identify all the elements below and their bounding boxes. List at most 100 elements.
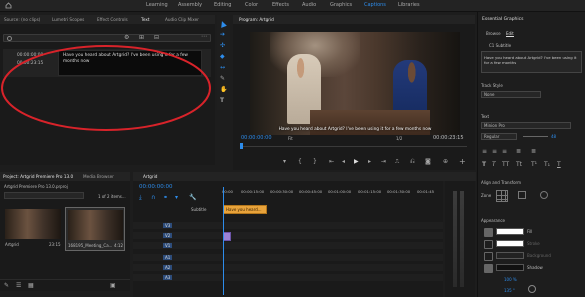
workspace-editing[interactable]: Editing (214, 2, 231, 8)
track-style-dropdown[interactable]: None (481, 91, 541, 98)
scale-icon[interactable] (540, 191, 548, 199)
track-a3[interactable] (133, 274, 443, 281)
tab-edit[interactable]: Edit (506, 31, 514, 37)
track-label-v1[interactable]: V1 (163, 243, 173, 248)
track-v3[interactable] (133, 222, 443, 229)
ruler[interactable]: 00:00 00:00:15:00 00:00:30:00 00:00:45:0… (221, 187, 443, 197)
small-caps-icon[interactable]: Tt (516, 162, 522, 168)
justify-last-icon[interactable]: ≣ (531, 149, 536, 155)
pen-tool-icon[interactable]: ✎ (220, 76, 225, 82)
text-preview-field[interactable]: Have you heard about Artgrid? I've been … (481, 51, 582, 73)
program-timecode[interactable]: 00:00:00:00 (241, 135, 272, 141)
project-search-input[interactable] (4, 192, 84, 199)
shadow-angle-value[interactable]: 135 ° (504, 288, 515, 293)
bold-icon[interactable]: T (482, 162, 486, 168)
track-label-a1[interactable]: A1 (163, 255, 173, 260)
workspace-effects[interactable]: Effects (272, 2, 289, 8)
pencil-icon[interactable]: ✎ (4, 283, 9, 289)
font-size-slider[interactable] (523, 136, 548, 137)
workspace-assembly[interactable]: Assembly (178, 2, 202, 8)
shadow-opacity-value[interactable]: 100 % (504, 277, 517, 282)
mark-in-icon[interactable]: { (298, 159, 302, 165)
snap-icon[interactable]: ∩ (151, 195, 155, 201)
tab-text[interactable]: Text (141, 17, 149, 22)
stroke-checkbox[interactable] (484, 240, 493, 249)
timeline-settings-icon[interactable]: 🔧 (189, 195, 196, 201)
add-button-icon[interactable]: + (459, 158, 466, 166)
slip-tool-icon[interactable]: ↔ (220, 65, 225, 71)
resolution-dropdown[interactable]: 1/2 (396, 136, 402, 141)
add-marker-icon[interactable]: ▾ (175, 195, 178, 201)
video-clip[interactable] (223, 232, 231, 241)
subscript-icon[interactable]: T₁ (544, 162, 550, 168)
razor-icon[interactable]: ◆ (220, 54, 225, 60)
stroke-swatch[interactable] (496, 240, 524, 247)
home-icon[interactable] (5, 2, 12, 9)
icon-view-icon[interactable]: ▦ (28, 283, 34, 289)
marker-icon[interactable]: ▾ (283, 159, 286, 165)
track-a1[interactable] (133, 254, 443, 261)
tab-timeline-artgrid[interactable]: Artgrid (143, 174, 157, 179)
tab-media-browser[interactable]: Media Browser (83, 174, 114, 179)
layer-name[interactable]: C1 Subtitle (489, 43, 511, 48)
insert-sequence-icon[interactable]: ⤓ (139, 195, 142, 201)
position-icon[interactable] (518, 191, 526, 199)
shadow-swatch[interactable] (496, 264, 524, 271)
track-label-a2[interactable]: A2 (163, 265, 173, 270)
extract-icon[interactable]: ⎌ (410, 159, 415, 165)
ripple-edit-icon[interactable]: ✣ (220, 43, 225, 49)
project-item-meeting[interactable]: 168195_Meeting_Ca... 4:12 (65, 207, 125, 251)
justify-icon[interactable]: ≣ (516, 149, 521, 155)
fit-dropdown[interactable]: Fit (288, 136, 293, 141)
font-style-dropdown[interactable]: Regular (481, 133, 517, 140)
background-swatch[interactable] (496, 252, 524, 259)
tab-audio-clip-mixer[interactable]: Audio Clip Mixer (165, 17, 199, 22)
all-caps-icon[interactable]: TT (502, 162, 509, 168)
workspace-captions[interactable]: Captions (364, 2, 386, 8)
underline-icon[interactable]: T (557, 162, 561, 168)
angle-dial-icon[interactable] (528, 285, 536, 293)
track-label-v3[interactable]: V3 (163, 223, 173, 228)
lift-icon[interactable]: ⎍ (395, 159, 399, 165)
go-to-in-icon[interactable]: ⇤ (329, 159, 334, 165)
list-view-icon[interactable]: ☰ (16, 283, 21, 289)
tab-effect-controls[interactable]: Effect Controls (97, 17, 128, 22)
tab-browse[interactable]: Browse (486, 31, 501, 36)
hand-tool-icon[interactable]: ✋ (220, 87, 227, 93)
font-dropdown[interactable]: Minion Pro (481, 122, 571, 129)
shadow-checkbox[interactable] (484, 264, 493, 273)
font-size-value[interactable]: 48 (551, 134, 556, 139)
track-select-icon[interactable]: ➔ (220, 32, 225, 38)
playhead-bar[interactable] (241, 146, 467, 147)
workspace-libraries[interactable]: Libraries (398, 2, 420, 8)
track-v2[interactable] (133, 232, 443, 239)
go-to-out-icon[interactable]: ⇥ (381, 159, 386, 165)
playhead-marker-icon[interactable] (240, 143, 243, 149)
fill-swatch[interactable] (496, 228, 524, 235)
tab-lumetri-scopes[interactable]: Lumetri Scopes (52, 17, 84, 22)
step-forward-icon[interactable]: ▸ (368, 159, 371, 165)
superscript-icon[interactable]: T¹ (531, 162, 537, 168)
track-label-a3[interactable]: A3 (163, 275, 173, 280)
align-center-icon[interactable]: ≡ (492, 149, 497, 155)
project-item-artgrid[interactable]: Artgrid 23:15 (5, 209, 61, 249)
workspace-graphics[interactable]: Graphics (330, 2, 352, 8)
play-icon[interactable]: ▶ (354, 159, 359, 165)
workspace-learning[interactable]: Learning (146, 2, 168, 8)
new-item-icon[interactable]: ▣ (110, 283, 116, 289)
workspace-audio[interactable]: Audio (302, 2, 316, 8)
zone-grid-icon[interactable] (496, 190, 508, 202)
tab-source[interactable]: Source: (no clips) (4, 17, 40, 22)
mark-out-icon[interactable]: } (313, 159, 317, 165)
fill-checkbox[interactable] (484, 228, 493, 237)
track-a2[interactable] (133, 264, 443, 271)
tab-project[interactable]: Project: Artgrid Premiere Pro 13.0 (3, 174, 73, 179)
type-tool-icon[interactable]: T (220, 98, 224, 104)
track-v1[interactable] (133, 242, 443, 249)
timeline-timecode[interactable]: 00:00:00:00 (139, 184, 173, 190)
button-editor-icon[interactable]: ⊕ (443, 159, 448, 165)
timeline-playhead[interactable] (223, 187, 224, 295)
workspace-color[interactable]: Color (245, 2, 258, 8)
linked-selection-icon[interactable]: ⚭ (163, 195, 168, 201)
caption-clip[interactable]: Have you heard... (223, 205, 267, 214)
